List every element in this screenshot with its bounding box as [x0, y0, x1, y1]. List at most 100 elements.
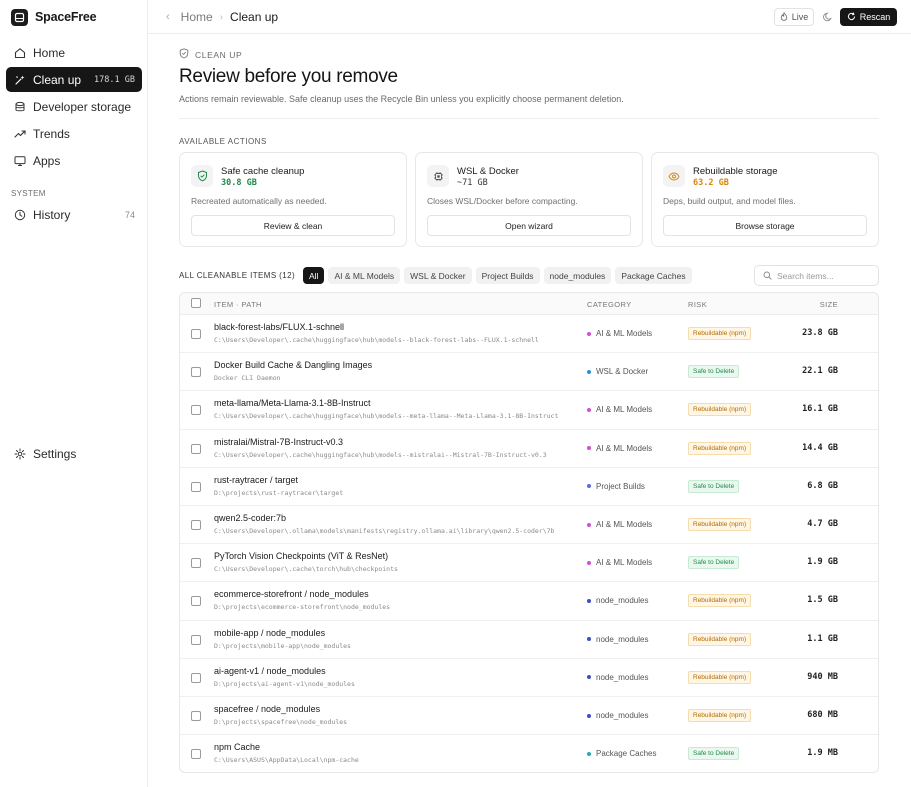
filter-bar: ALL CLEANABLE ITEMS (12) All AI & ML Mod…	[179, 267, 696, 284]
table-row[interactable]: mistralai/Mistral-7B-Instruct-v0.3 C:\Use…	[180, 430, 878, 468]
rescan-button[interactable]: Rescan	[840, 8, 897, 26]
table-row[interactable]: PyTorch Vision Checkpoints (ViT & ResNet…	[180, 544, 878, 583]
sidebar-item-home[interactable]: Home	[6, 40, 142, 65]
category-dot-icon	[587, 522, 591, 527]
filter-chip-node-modules[interactable]: node_modules	[543, 267, 612, 284]
divider	[179, 118, 879, 119]
table-row[interactable]: ai-agent-v1 / node_modules D:\projects\ai…	[180, 659, 878, 697]
row-checkbox[interactable]	[191, 558, 201, 569]
row-checkbox[interactable]	[191, 329, 201, 339]
category-dot-icon	[587, 637, 591, 642]
action-card-safe-cache: Safe cache cleanup 30.8 GB Recreated aut…	[179, 152, 407, 247]
card-description: Recreated automatically as needed.	[191, 196, 327, 206]
risk-badge: Safe to Delete	[688, 556, 740, 570]
sidebar-item-clean-up[interactable]: Clean up 178.1 GB	[6, 67, 142, 92]
table-row[interactable]: meta-llama/Meta-Llama-3.1-8B-Instruct C:\…	[180, 391, 878, 430]
sidebar-item-apps[interactable]: Apps	[6, 148, 142, 173]
flame-icon	[780, 11, 788, 23]
browse-storage-button[interactable]: Browse storage	[663, 215, 867, 236]
select-all-checkbox[interactable]	[191, 298, 201, 308]
table-row[interactable]: black-forest-labs/FLUX.1-schnell C:\Users…	[180, 315, 878, 354]
risk-badge: Safe to Delete	[688, 747, 740, 761]
item-path: C:\Users\ASUS\AppData\Local\npm-cache	[214, 756, 359, 765]
filter-chip-wsl-docker[interactable]: WSL & Docker	[404, 267, 472, 284]
brand[interactable]: SpaceFree	[11, 8, 97, 26]
review-clean-button[interactable]: Review & clean	[191, 215, 395, 236]
item-path: C:\Users\Developer\.ollama\models\manife…	[214, 527, 555, 535]
row-checkbox[interactable]	[191, 634, 201, 645]
row-checkbox[interactable]	[191, 443, 201, 454]
item-size: 16.1 GB	[802, 404, 838, 415]
category-dot-icon	[587, 407, 591, 412]
column-header-size[interactable]: SIZE	[820, 300, 838, 309]
item-size: 1.5 GB	[807, 595, 838, 606]
row-checkbox[interactable]	[191, 481, 201, 492]
row-checkbox[interactable]	[191, 520, 201, 530]
category-dot-icon	[587, 675, 591, 680]
risk-badge: Rebuildable (npm)	[688, 594, 752, 608]
filter-chip-ai-ml[interactable]: AI & ML Models	[328, 267, 401, 284]
card-size: 30.8 GB	[221, 178, 257, 188]
item-category: AI & ML Models	[587, 329, 652, 338]
sidebar-item-label: Apps	[33, 153, 61, 168]
item-path: C:\Users\Developer\.cache\huggingface\hu…	[214, 336, 539, 344]
item-size: 6.8 GB	[807, 480, 838, 491]
table-row[interactable]: rust-raytracer / target D:\projects\rust-…	[180, 468, 878, 506]
table-row[interactable]: ecommerce-storefront / node_modules D:\pr…	[180, 582, 878, 621]
item-name: qwen2.5-coder:7b	[214, 513, 287, 523]
item-path: D:\projects\mobile-app\node_modules	[214, 641, 351, 650]
search-input[interactable]	[777, 270, 872, 281]
breadcrumb-home[interactable]: Home	[181, 10, 213, 24]
row-checkbox[interactable]	[191, 405, 201, 416]
category-label: AI & ML Models	[596, 405, 653, 415]
item-path: D:\projects\ecommerce-storefront\node_mo…	[214, 603, 391, 612]
sidebar-item-developer-storage[interactable]: Developer storage	[6, 94, 142, 119]
risk-badge: Rebuildable (npm)	[688, 709, 752, 722]
category-dot-icon	[587, 751, 591, 756]
sidebar-item-label: History	[33, 207, 71, 222]
action-card-wsl-docker: WSL & Docker ~71 GB Closes WSL/Docker be…	[415, 152, 643, 247]
column-header-category: CATEGORY	[587, 300, 632, 309]
theme-toggle-moon-icon[interactable]	[821, 9, 835, 25]
risk-badge: Rebuildable (npm)	[688, 632, 752, 646]
sidebar-item-trends[interactable]: Trends	[6, 121, 142, 146]
item-size: 1.9 GB	[807, 557, 838, 568]
rescan-label: Rescan	[859, 12, 891, 22]
live-toggle-button[interactable]: Live	[774, 8, 814, 26]
page-eyebrow: CLEAN UP	[179, 48, 242, 61]
row-checkbox[interactable]	[191, 749, 201, 760]
row-checkbox[interactable]	[191, 367, 201, 378]
table-row[interactable]: spacefree / node_modules D:\projects\spac…	[180, 697, 878, 736]
sidebar-item-label: Clean up	[33, 72, 82, 87]
item-name: mobile-app / node_modules	[214, 627, 326, 638]
item-name: Docker Build Cache & Dangling Images	[214, 360, 373, 371]
table-header: ITEM · PATH CATEGORY RISK SIZE	[180, 293, 878, 315]
back-chevron-icon[interactable]: ‹	[166, 11, 170, 23]
row-checkbox[interactable]	[191, 711, 201, 721]
filter-chip-all[interactable]: All	[303, 267, 325, 284]
item-name: mistralai/Mistral-7B-Instruct-v0.3	[214, 436, 344, 447]
row-checkbox[interactable]	[191, 672, 201, 683]
risk-badge: Rebuildable (npm)	[688, 403, 752, 417]
search-icon	[763, 269, 772, 283]
filter-chip-project-builds[interactable]: Project Builds	[475, 267, 540, 284]
table-row[interactable]: Docker Build Cache & Dangling Images Dock…	[180, 353, 878, 392]
risk-badge: Rebuildable (npm)	[688, 518, 752, 531]
item-category: node_modules	[587, 711, 648, 720]
sidebar-item-history[interactable]: History 74	[6, 202, 142, 227]
category-dot-icon	[587, 484, 591, 489]
item-size: 1.1 GB	[807, 633, 838, 644]
risk-badge: Safe to Delete	[688, 479, 740, 493]
table-row[interactable]: npm Cache C:\Users\ASUS\AppData\Local\npm…	[180, 735, 878, 772]
search-box[interactable]	[754, 265, 879, 286]
topbar: ‹ Home › Clean up Live Rescan	[148, 0, 911, 34]
sidebar-item-settings[interactable]: Settings	[6, 441, 142, 466]
filter-chip-package-caches[interactable]: Package Caches	[615, 267, 692, 284]
refresh-icon	[847, 11, 856, 23]
row-checkbox[interactable]	[191, 596, 201, 607]
open-wizard-button[interactable]: Open wizard	[427, 215, 631, 236]
table-row[interactable]: qwen2.5-coder:7b C:\Users\Developer\.olla…	[180, 506, 878, 545]
table-row[interactable]: mobile-app / node_modules D:\projects\mob…	[180, 621, 878, 659]
item-name: black-forest-labs/FLUX.1-schnell	[214, 322, 345, 332]
gear-icon	[13, 447, 26, 460]
